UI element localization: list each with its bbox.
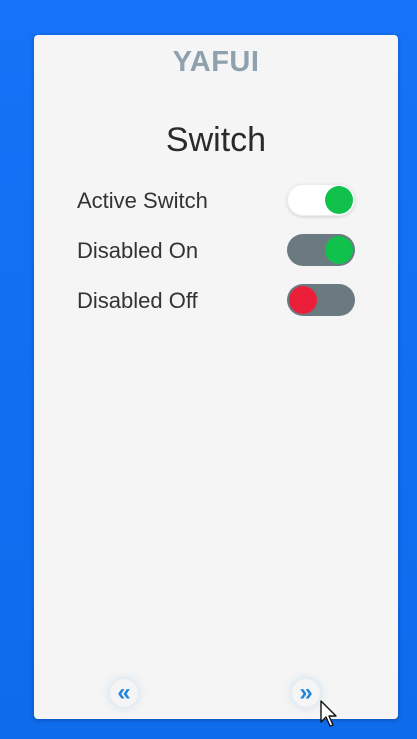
disabled-off-switch-toggle [287,284,355,316]
prev-page-button[interactable]: « [110,679,138,707]
screen-background: YAFUI Switch Active Switch Disabled On D… [0,0,417,739]
next-page-button[interactable]: » [292,679,320,707]
app-title: YAFUI [172,46,260,78]
app-card: YAFUI Switch Active Switch Disabled On D… [34,35,398,719]
double-chevron-right-icon: » [299,679,313,706]
switch-knob-off [289,286,317,314]
disabled-on-switch-toggle [287,234,355,266]
switch-row-disabled-off: Disabled Off [34,282,398,318]
switch-label-active: Active Switch [77,188,208,213]
switch-label-disabled-on: Disabled On [77,238,199,263]
switch-knob-on [325,186,353,214]
switch-knob-on [325,236,353,264]
switch-row-active: Active Switch [34,182,398,218]
double-chevron-left-icon: « [117,679,131,706]
page-title: Switch [165,121,267,159]
switch-label-disabled-off: Disabled Off [77,288,198,313]
switch-row-disabled-on: Disabled On [34,232,398,268]
active-switch-toggle[interactable] [287,184,355,216]
mouse-pointer-icon [320,700,337,727]
